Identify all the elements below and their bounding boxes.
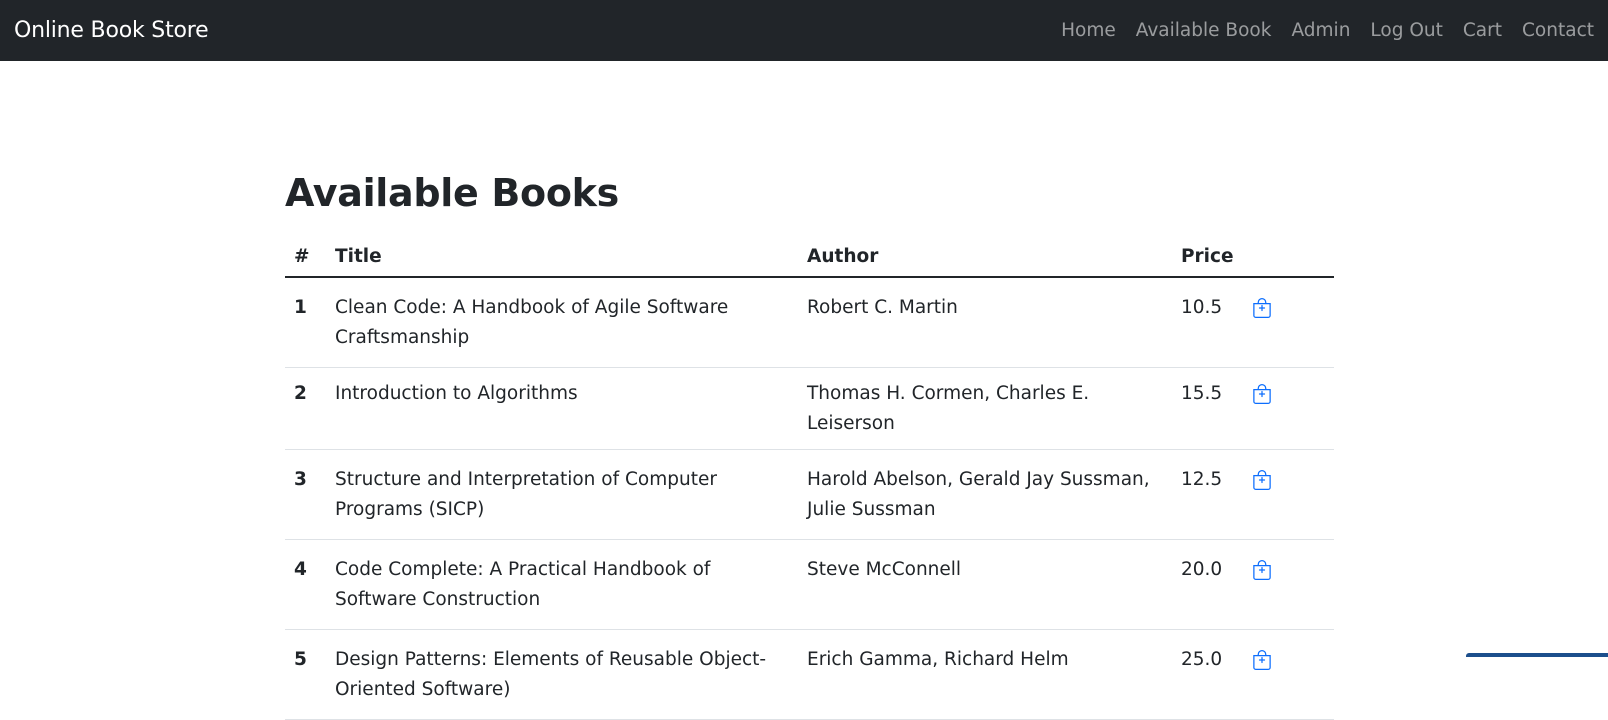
main-content: Available Books # Title Author Price 1 C…: [285, 61, 1334, 720]
nav-link-log-out[interactable]: Log Out: [1370, 20, 1442, 41]
column-header-author: Author: [798, 236, 1172, 278]
nav-link-home[interactable]: Home: [1061, 20, 1116, 41]
nav-links: Home Available Book Admin Log Out Cart C…: [1061, 20, 1594, 41]
book-price: 12.5: [1172, 449, 1243, 540]
book-title: Structure and Interpretation of Computer…: [326, 449, 798, 540]
table-row: 3 Structure and Interpretation of Comput…: [285, 449, 1334, 540]
row-number: 4: [285, 539, 326, 630]
book-price: 15.5: [1172, 367, 1243, 450]
table-row: 1 Clean Code: A Handbook of Agile Softwa…: [285, 277, 1334, 368]
book-title: Design Patterns: Elements of Reusable Ob…: [326, 629, 798, 720]
action-cell: [1242, 367, 1334, 450]
book-author: Robert C. Martin: [798, 277, 1172, 368]
nav-link-cart[interactable]: Cart: [1463, 20, 1502, 41]
action-cell: [1242, 539, 1334, 630]
table-row: 5 Design Patterns: Elements of Reusable …: [285, 629, 1334, 720]
row-number: 5: [285, 629, 326, 720]
book-author: Erich Gamma, Richard Helm: [798, 629, 1172, 720]
book-author: Thomas H. Cormen, Charles E. Leiserson: [798, 367, 1172, 450]
book-author: Steve McConnell: [798, 539, 1172, 630]
nav-link-contact[interactable]: Contact: [1522, 20, 1594, 41]
action-cell: [1242, 277, 1334, 368]
column-header-title: Title: [326, 236, 798, 278]
book-title: Introduction to Algorithms: [326, 367, 798, 450]
cart-add-icon[interactable]: [1252, 555, 1274, 585]
book-title: Code Complete: A Practical Handbook of S…: [326, 539, 798, 630]
row-number: 3: [285, 449, 326, 540]
table-row: 2 Introduction to Algorithms Thomas H. C…: [285, 367, 1334, 450]
column-header-number: #: [285, 236, 326, 278]
book-author: Harold Abelson, Gerald Jay Sussman, Juli…: [798, 449, 1172, 540]
column-header-action: [1242, 236, 1334, 278]
cart-add-icon[interactable]: [1252, 645, 1274, 675]
row-number: 2: [285, 367, 326, 450]
brand-link[interactable]: Online Book Store: [14, 18, 209, 43]
action-cell: [1242, 449, 1334, 540]
nav-link-available-book[interactable]: Available Book: [1136, 20, 1272, 41]
action-cell: [1242, 629, 1334, 720]
book-price: 25.0: [1172, 629, 1243, 720]
corner-widget-edge: [1466, 653, 1608, 657]
row-number: 1: [285, 277, 326, 368]
cart-add-icon[interactable]: [1252, 293, 1274, 323]
book-price: 10.5: [1172, 277, 1243, 368]
page-title: Available Books: [285, 171, 619, 215]
book-price: 20.0: [1172, 539, 1243, 630]
navbar: Online Book Store Home Available Book Ad…: [0, 0, 1608, 61]
nav-link-admin[interactable]: Admin: [1291, 20, 1350, 41]
book-title: Clean Code: A Handbook of Agile Software…: [326, 277, 798, 368]
table-row: 4 Code Complete: A Practical Handbook of…: [285, 539, 1334, 630]
column-header-price: Price: [1172, 236, 1243, 278]
table-header-row: # Title Author Price: [285, 236, 1334, 278]
cart-add-icon[interactable]: [1252, 379, 1274, 409]
cart-add-icon[interactable]: [1252, 465, 1274, 495]
books-table: # Title Author Price 1 Clean Code: A Han…: [285, 236, 1334, 720]
